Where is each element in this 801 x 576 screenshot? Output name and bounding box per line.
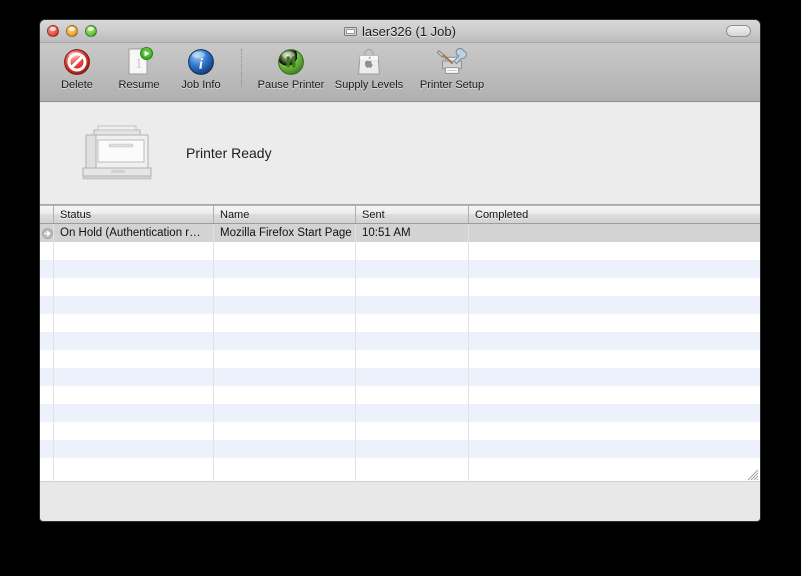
printer-status-text: Printer Ready <box>186 145 272 161</box>
pause-printer-button-label: Pause Printer <box>258 79 325 91</box>
table-row-empty[interactable] <box>40 422 760 440</box>
table-row-empty[interactable] <box>40 350 760 368</box>
column-header-status[interactable]: Status <box>54 206 214 223</box>
table-row-empty[interactable] <box>40 242 760 260</box>
print-queue-window: laser326 (1 Job) <box>39 19 761 522</box>
table-row-empty[interactable] <box>40 386 760 404</box>
job-list-table: Status Name Sent Completed On Hold (Auth… <box>40 205 760 482</box>
hold-resume-arrow-icon[interactable] <box>40 228 54 239</box>
window-controls <box>47 25 97 37</box>
window-toolbar: Delete 1 Resume <box>40 43 760 102</box>
close-button[interactable] <box>47 25 59 37</box>
window-title: laser326 (1 Job) <box>40 20 760 42</box>
table-row-empty[interactable] <box>40 368 760 386</box>
column-header-sent[interactable]: Sent <box>356 206 469 223</box>
column-header-completed[interactable]: Completed <box>469 206 760 223</box>
table-row-empty[interactable] <box>40 440 760 458</box>
toolbar-toggle-button[interactable] <box>726 25 751 37</box>
table-row-empty[interactable] <box>40 296 760 314</box>
column-header-name[interactable]: Name <box>214 206 356 223</box>
pause-circle-icon <box>274 46 308 77</box>
printer-setup-button-label: Printer Setup <box>420 79 484 91</box>
cell-status: On Hold (Authentication r… <box>54 227 214 239</box>
supply-bag-apple-icon <box>352 46 386 77</box>
supply-levels-button-label: Supply Levels <box>335 79 404 91</box>
resume-page-play-icon: 1 <box>122 46 156 77</box>
table-row-empty[interactable] <box>40 260 760 278</box>
cell-name: Mozilla Firefox Start Page <box>214 227 356 239</box>
info-circle-icon: i <box>184 46 218 77</box>
printer-document-icon <box>344 26 357 37</box>
laser-printer-icon <box>78 118 156 188</box>
table-row-empty[interactable] <box>40 332 760 350</box>
delete-button[interactable]: Delete <box>46 43 108 100</box>
job-info-button-label: Job Info <box>181 79 220 91</box>
horizontal-scrollbar[interactable] <box>40 481 760 482</box>
resume-button-label: Resume <box>119 79 160 91</box>
job-table-header: Status Name Sent Completed <box>40 206 760 224</box>
cell-sent: 10:51 AM <box>356 227 469 239</box>
table-row-empty[interactable] <box>40 314 760 332</box>
svg-text:1: 1 <box>135 56 143 72</box>
job-info-button[interactable]: i Job Info <box>170 43 232 100</box>
resume-button[interactable]: 1 Resume <box>108 43 170 100</box>
job-table-rows: On Hold (Authentication r… Mozilla Firef… <box>40 224 760 482</box>
table-row[interactable]: On Hold (Authentication r… Mozilla Firef… <box>40 224 760 242</box>
printer-tools-icon <box>435 46 469 77</box>
table-row-empty[interactable] <box>40 278 760 296</box>
window-resize-grip[interactable] <box>745 467 760 482</box>
printer-status-panel: Printer Ready <box>40 102 760 205</box>
window-title-text: laser326 (1 Job) <box>362 24 456 39</box>
table-row-empty[interactable] <box>40 458 760 476</box>
column-header-gutter <box>40 206 54 223</box>
supply-levels-button[interactable]: Supply Levels <box>330 43 408 100</box>
delete-button-label: Delete <box>61 79 93 91</box>
printer-setup-button[interactable]: Printer Setup <box>408 43 496 100</box>
zoom-button[interactable] <box>85 25 97 37</box>
window-titlebar[interactable]: laser326 (1 Job) <box>40 20 760 43</box>
minimize-button[interactable] <box>66 25 78 37</box>
table-row-empty[interactable] <box>40 404 760 422</box>
delete-prohibited-icon <box>60 46 94 77</box>
pause-printer-button[interactable]: Pause Printer <box>252 43 330 100</box>
toolbar-separator <box>241 49 243 87</box>
